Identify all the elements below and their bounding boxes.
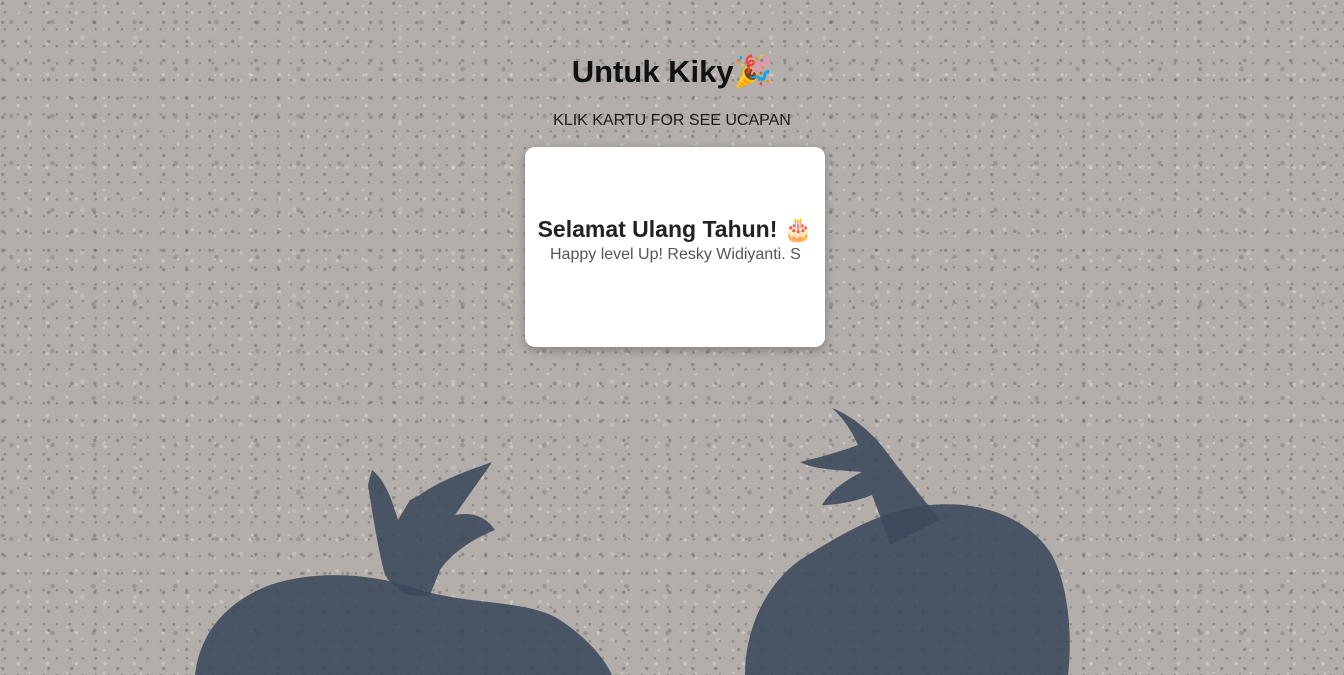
left-head-shadow xyxy=(195,575,612,675)
right-hand-shadow xyxy=(800,408,940,545)
left-hand-shadow xyxy=(368,462,495,597)
card-title: Selamat Ulang Tahun! 🎂 xyxy=(537,216,813,242)
greeting-card[interactable]: Selamat Ulang Tahun! 🎂 Happy level Up! R… xyxy=(525,147,825,347)
right-head-shadow xyxy=(745,504,1070,675)
instruction-text: KLIK KARTU FOR SEE UCAPAN xyxy=(553,112,791,129)
page-title: Untuk Kiky🎉 xyxy=(571,54,773,89)
card-message: Happy level Up! Resky Widiyanti. S xyxy=(550,246,800,263)
